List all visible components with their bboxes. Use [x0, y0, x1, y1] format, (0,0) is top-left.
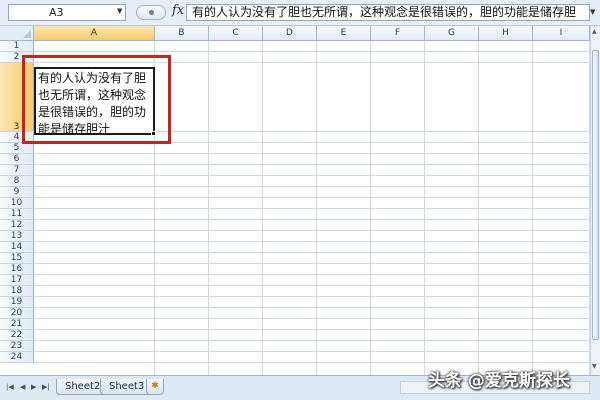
grid-row-line — [34, 329, 590, 330]
grid-row-line — [34, 164, 590, 165]
scroll-up-icon[interactable]: ▲ — [592, 28, 597, 35]
column-header-f[interactable]: F — [371, 26, 425, 41]
grid-column-line — [532, 41, 533, 375]
grid-row-line — [34, 252, 590, 253]
grid-column-line — [424, 41, 425, 375]
row-header-11[interactable]: 11 — [0, 209, 34, 220]
row-header-7[interactable]: 7 — [0, 165, 34, 176]
row-header-16[interactable]: 16 — [0, 264, 34, 275]
row-header-5[interactable]: 5 — [0, 143, 34, 154]
grid-row-line — [34, 285, 590, 286]
row-header-24[interactable]: 24 — [0, 352, 34, 363]
column-header-c[interactable]: C — [209, 26, 263, 41]
formula-input[interactable]: 有的人认为没有了胆也无所谓，这种观念是很错误的，胆的功能是储存胆 — [186, 4, 590, 21]
grid-row-line — [34, 241, 590, 242]
row-header-17[interactable]: 17 — [0, 275, 34, 286]
scroll-thumb[interactable] — [592, 50, 599, 340]
vertical-scrollbar[interactable]: ▲ ▼ — [590, 26, 600, 375]
grid-row-line — [34, 219, 590, 220]
row-header-1[interactable]: 1 — [0, 41, 34, 52]
grid-column-line — [208, 41, 209, 375]
scroll-down-icon[interactable]: ▼ — [592, 363, 597, 370]
grid-row-line — [34, 362, 590, 363]
grid-column-line — [478, 41, 479, 375]
grid-row-line — [34, 351, 590, 352]
grid-column-line — [370, 41, 371, 375]
column-header-g[interactable]: G — [425, 26, 479, 41]
grid-column-line — [316, 41, 317, 375]
splitter-dot-icon — [149, 10, 154, 15]
row-header-13[interactable]: 13 — [0, 231, 34, 242]
grid-row-line — [34, 197, 590, 198]
grid-row-line — [34, 51, 590, 52]
column-headers: ABCDEFGHI — [34, 26, 590, 41]
red-highlight-box — [22, 55, 171, 144]
grid-row-line — [34, 340, 590, 341]
grid-row-line — [34, 186, 590, 187]
row-header-18[interactable]: 18 — [0, 286, 34, 297]
column-header-i[interactable]: I — [533, 26, 590, 41]
grid-row-line — [34, 230, 590, 231]
insert-sheet-icon[interactable]: ✱ — [146, 379, 164, 395]
column-header-e[interactable]: E — [317, 26, 371, 41]
row-header-19[interactable]: 19 — [0, 297, 34, 308]
row-header-14[interactable]: 14 — [0, 242, 34, 253]
grid-row-line — [34, 307, 590, 308]
watermark: 头条 @爱克斯探长 — [428, 371, 570, 391]
formula-bar-splitter[interactable] — [136, 5, 166, 20]
row-header-9[interactable]: 9 — [0, 187, 34, 198]
next-sheet-icon[interactable]: ▶ — [31, 383, 36, 391]
column-header-d[interactable]: D — [263, 26, 317, 41]
row-header-8[interactable]: 8 — [0, 176, 34, 187]
row-header-10[interactable]: 10 — [0, 198, 34, 209]
column-header-b[interactable]: B — [155, 26, 209, 41]
select-all-button[interactable] — [0, 26, 34, 41]
select-all-triangle-icon — [23, 30, 31, 38]
prev-sheet-icon[interactable]: ◀ — [20, 383, 25, 391]
column-header-a[interactable]: A — [34, 26, 155, 41]
formula-bar: A3 ▼ fx 有的人认为没有了胆也无所谓，这种观念是很错误的，胆的功能是储存胆… — [0, 0, 600, 26]
row-header-21[interactable]: 21 — [0, 319, 34, 330]
grid-column-line — [262, 41, 263, 375]
grid-row-line — [34, 208, 590, 209]
expand-formula-icon[interactable]: ▼ — [590, 8, 595, 16]
first-sheet-icon[interactable]: |◀ — [6, 383, 14, 391]
row-header-15[interactable]: 15 — [0, 253, 34, 264]
row-header-22[interactable]: 22 — [0, 330, 34, 341]
last-sheet-icon[interactable]: ▶| — [42, 383, 50, 391]
grid-row-line — [34, 318, 590, 319]
row-header-6[interactable]: 6 — [0, 154, 34, 165]
grid-row-line — [34, 274, 590, 275]
grid-row-line — [34, 153, 590, 154]
name-box[interactable]: A3 — [8, 4, 126, 21]
grid-row-line — [34, 296, 590, 297]
grid-row-line — [34, 175, 590, 176]
grid-row-line — [34, 263, 590, 264]
column-header-h[interactable]: H — [479, 26, 533, 41]
row-header-20[interactable]: 20 — [0, 308, 34, 319]
insert-function-icon[interactable]: fx — [172, 3, 184, 18]
row-header-23[interactable]: 23 — [0, 341, 34, 352]
chevron-down-icon[interactable]: ▼ — [117, 7, 122, 15]
row-header-12[interactable]: 12 — [0, 220, 34, 231]
